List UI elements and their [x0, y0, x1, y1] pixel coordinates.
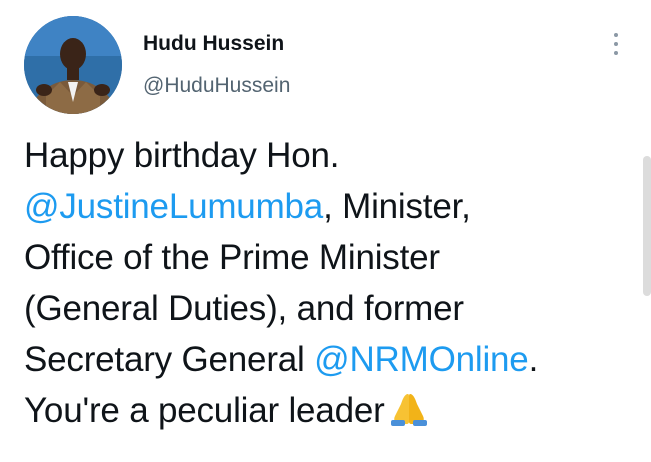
tweet-text-segment: , Minister, [323, 187, 471, 226]
tweet-text-segment: Office of the Prime Minister [24, 238, 440, 277]
tweet-text-line: Office of the Prime Minister [24, 232, 634, 283]
tweet-text-line: Secretary General @NRMOnline. [24, 334, 634, 385]
more-dot [614, 33, 618, 37]
mention-link-justinelumumba[interactable]: @JustineLumumba [24, 187, 323, 226]
avatar-photo-icon [24, 16, 122, 114]
tweet-card: Hudu Hussein @HuduHussein Happy birthday… [0, 0, 651, 462]
mention-link-nrmonline[interactable]: @NRMOnline [314, 340, 529, 379]
tweet-text-line: @JustineLumumba, Minister, [24, 181, 634, 232]
tweet-text-segment: You're a peculiar leader [24, 391, 385, 430]
scrollbar-thumb[interactable] [643, 156, 651, 296]
tweet-text-segment: Secretary General [24, 340, 315, 379]
more-dot [614, 42, 618, 46]
tweet-text-segment: (General Duties), and former [24, 289, 464, 328]
author-handle[interactable]: @HuduHussein [143, 74, 290, 98]
tweet-text: Happy birthday Hon. @JustineLumumba, Min… [24, 130, 634, 436]
folded-hands-emoji-icon [390, 394, 427, 426]
author-display-name[interactable]: Hudu Hussein [143, 32, 284, 56]
more-dot [614, 51, 618, 55]
tweet-text-line: You're a peculiar leader [24, 385, 634, 436]
tweet-text-segment: Happy birthday Hon. [24, 136, 340, 175]
tweet-text-line: (General Duties), and former [24, 283, 634, 334]
more-options-icon[interactable] [604, 28, 628, 60]
author-avatar[interactable] [24, 16, 122, 114]
tweet-text-line: Happy birthday Hon. [24, 130, 634, 181]
tweet-text-segment: . [528, 340, 539, 379]
